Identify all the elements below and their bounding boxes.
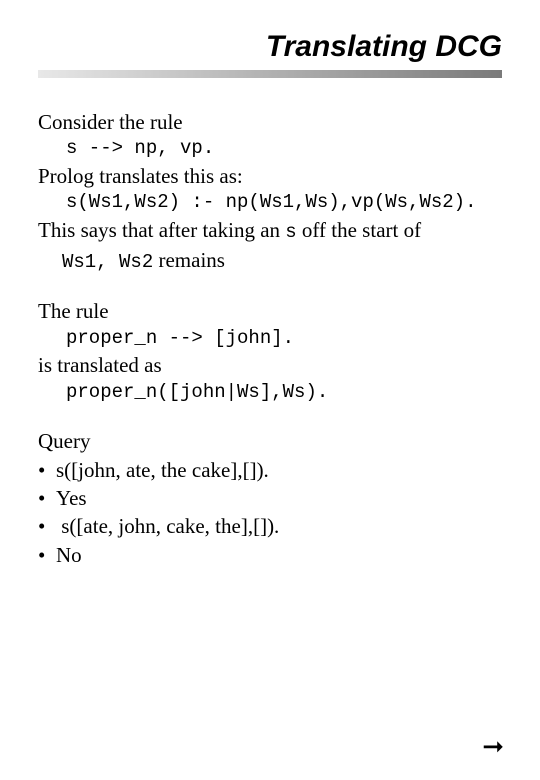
- code-line: proper_n --> [john].: [38, 326, 502, 352]
- slide-title: Translating DCG: [38, 30, 502, 64]
- code-line: proper_n([john|Ws],Ws).: [38, 380, 502, 406]
- list-text: Yes: [56, 486, 87, 510]
- list-text: s([ate, john, cake, the],[]).: [56, 514, 279, 538]
- text-span: This says that after taking an: [38, 218, 285, 242]
- list-item: No: [38, 541, 502, 569]
- code-line: s --> np, vp.: [38, 136, 502, 162]
- inline-code: s: [285, 221, 296, 243]
- text-line: Consider the rule: [38, 108, 502, 136]
- bullet-list: s([john, ate, the cake],[]). Yes s([ate,…: [38, 456, 502, 569]
- title-rule: [38, 70, 502, 78]
- text-line: is translated as: [38, 351, 502, 379]
- list-text: s([john, ate, the cake],[]).: [56, 458, 269, 482]
- inline-code: Ws1, Ws2: [62, 251, 153, 273]
- text-line: This says that after taking an s off the…: [38, 216, 502, 246]
- code-line: s(Ws1,Ws2) :- np(Ws1,Ws),vp(Ws,Ws2).: [38, 190, 502, 216]
- slide-body: Consider the rule s --> np, vp. Prolog t…: [38, 108, 502, 569]
- text-line: Query: [38, 427, 502, 455]
- text-line: The rule: [38, 297, 502, 325]
- text-line: Prolog translates this as:: [38, 162, 502, 190]
- next-arrow-icon: ➞: [482, 731, 504, 762]
- list-item: s([ate, john, cake, the],[]).: [38, 512, 502, 540]
- list-item: s([john, ate, the cake],[]).: [38, 456, 502, 484]
- text-span: off the start of: [297, 218, 421, 242]
- list-item: Yes: [38, 484, 502, 512]
- list-text: No: [56, 543, 82, 567]
- text-span: remains: [153, 248, 225, 272]
- text-line: Ws1, Ws2 remains: [38, 246, 502, 276]
